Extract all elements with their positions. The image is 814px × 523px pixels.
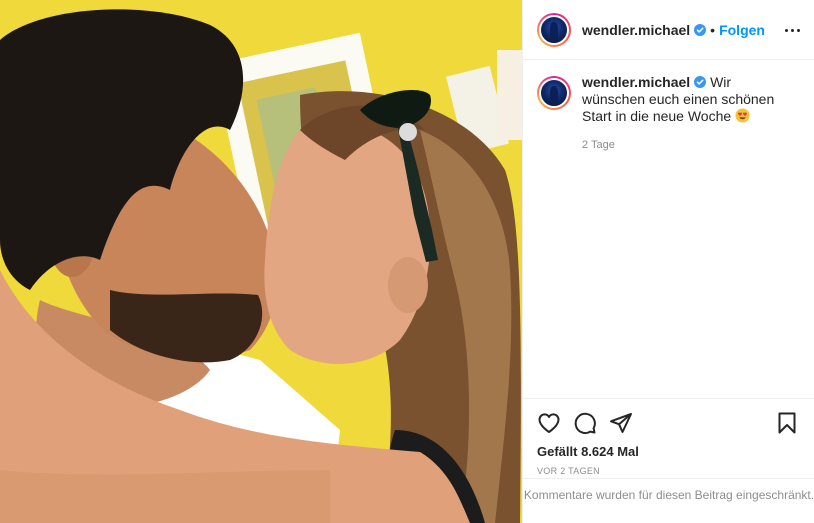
post-sidebar: wendler.michael • Folgen wendler.michael… [522, 0, 814, 523]
caption: wendler.michael Wir wünschen euch einen … [537, 74, 800, 154]
avatar-image [539, 14, 569, 45]
comment-icon[interactable] [573, 411, 597, 435]
separator-dot: • [710, 21, 716, 38]
caption-body: wendler.michael Wir wünschen euch einen … [582, 74, 797, 154]
caption-username[interactable]: wendler.michael [582, 74, 690, 90]
more-options-icon[interactable] [782, 20, 802, 40]
bookmark-icon[interactable] [775, 411, 799, 435]
heart-eyes-emoji-icon [735, 108, 750, 123]
caption-avatar[interactable] [537, 76, 571, 110]
verified-badge-icon [694, 23, 707, 36]
caption-timestamp[interactable]: 2 Tage [582, 137, 797, 154]
instagram-post: wendler.michael • Folgen wendler.michael… [0, 0, 814, 523]
caption-avatar-image [539, 78, 569, 108]
post-photo[interactable] [0, 0, 522, 523]
post-header: wendler.michael • Folgen [523, 0, 814, 60]
comments-restricted-notice: Kommentare wurden für diesen Beitrag ein… [523, 478, 814, 503]
share-icon[interactable] [609, 411, 633, 435]
post-timestamp[interactable]: VOR 2 TAGEN [523, 459, 814, 476]
like-heart-icon[interactable] [537, 411, 561, 435]
action-icons [523, 399, 814, 439]
action-section: Gefällt 8.624 Mal VOR 2 TAGEN Kommentare… [523, 398, 814, 523]
avatar[interactable] [537, 12, 571, 47]
verified-badge-icon [694, 76, 707, 88]
follow-button[interactable]: Folgen [719, 22, 765, 38]
likes-count[interactable]: Gefällt 8.624 Mal [523, 439, 814, 459]
header-username[interactable]: wendler.michael [582, 22, 690, 38]
